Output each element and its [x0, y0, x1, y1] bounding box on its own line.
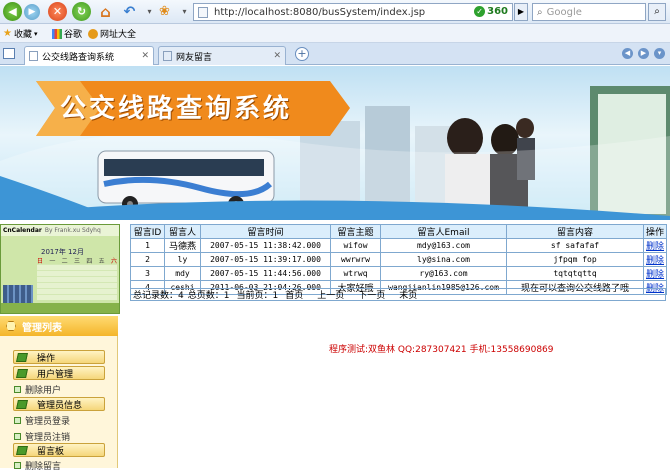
menu-item-admin-logout[interactable]: 管理员注销 [14, 430, 70, 443]
table-header-row: 留言ID 留言人 留言时间 留言主题 留言人Email 留言内容 操作 [130, 224, 668, 239]
menu-group-admin[interactable]: 管理员信息 [13, 397, 105, 411]
delete-link[interactable]: 删除 [642, 266, 668, 281]
folder-icon [16, 445, 28, 455]
tab-bus-system[interactable]: 公交线路查询系统 ✕ [24, 46, 154, 65]
tab-bar: 公交线路查询系统 ✕ 网友留言 ✕ + ◀ ▶ ▾ [0, 43, 670, 65]
close-icon[interactable]: ✕ [141, 51, 149, 61]
forward-icon[interactable]: ▶ [24, 4, 40, 20]
folder-icon [16, 352, 28, 362]
col-header: 留言人Email [380, 224, 507, 239]
undo-icon[interactable]: ↶ [120, 2, 139, 21]
current-page: 当前页：1 [236, 291, 279, 301]
col-header: 留言时间 [200, 224, 331, 239]
bullet-icon [14, 433, 21, 440]
menu-group-users[interactable]: 用户管理 [13, 366, 105, 380]
chevron-down-icon: ▾ [33, 29, 38, 38]
pagination-bar: 总记录数：4 总页数：1 当前页：1 首页 上一页 下一页 末页 [130, 288, 666, 301]
menu-item-admin-login[interactable]: 管理员登录 [14, 414, 70, 427]
menu-header: 管理列表 [0, 316, 118, 336]
search-box[interactable]: ⌕ Google [532, 3, 646, 21]
calendar-widget[interactable]: CnCalendar By Frank.xu Sdyhq 2017年 12月 日… [0, 224, 120, 314]
total-pages: 总页数：1 [187, 291, 230, 301]
calendar-header: CnCalendar By Frank.xu Sdyhq [1, 225, 119, 236]
col-header: 留言主题 [330, 224, 381, 239]
col-header: 留言人 [164, 224, 201, 239]
browser-toolbar: ◀ ▶ ✕ ↻ ⌂ ↶ ▾ ❀ ▾ http://localhost:8080/… [0, 0, 670, 24]
folder-icon [16, 399, 28, 409]
folder-icon [16, 368, 28, 378]
google-icon [52, 28, 62, 39]
footer-credit: 程序测试:双鱼林 QQ:287307421 手机:13558690869 [329, 345, 554, 355]
last-page-link[interactable]: 末页 [399, 288, 417, 301]
hexagon-icon [6, 321, 16, 331]
back-icon[interactable]: ◀ [3, 2, 22, 21]
paw-icon[interactable]: ❀ [155, 2, 174, 21]
tab-messages[interactable]: 网友留言 ✕ [158, 46, 286, 65]
total-records: 总记录数：4 [133, 291, 184, 301]
menu-item-delete-user[interactable]: 删除用户 [14, 383, 61, 396]
bookmark-favorites[interactable]: ★ 收藏 ▾ [3, 27, 38, 40]
bookmarks-bar: ★ 收藏 ▾ 谷歌 网址大全 [0, 24, 670, 43]
go-button[interactable]: ▶ [514, 3, 528, 21]
new-tab-icon[interactable]: + [295, 47, 309, 61]
home-icon[interactable]: ⌂ [96, 2, 115, 21]
next-page-link[interactable]: 下一页 [358, 288, 385, 301]
check-icon: ✓ [474, 6, 486, 17]
tab-menu-icon[interactable]: ▾ [654, 48, 665, 59]
prev-page-link[interactable]: 上一页 [317, 288, 344, 301]
table-row: 3 mdy 2007-05-15 11:44:56.000 wtrwq ry@1… [130, 266, 668, 281]
calendar-grid [37, 264, 117, 300]
bullet-icon [14, 386, 21, 393]
delete-link[interactable]: 删除 [642, 252, 668, 267]
search-placeholder: Google [546, 6, 582, 18]
address-bar[interactable]: http://localhost:8080/busSystem/index.js… [193, 3, 513, 21]
admin-menu: 管理列表 操作 用户管理 删除用户 管理员信息 管理员登录 管理员注销 留言板 … [0, 316, 118, 472]
tab-scroll-right-icon[interactable]: ▶ [638, 48, 649, 59]
globe-icon [88, 28, 98, 39]
message-table: 留言ID 留言人 留言时间 留言主题 留言人Email 留言内容 操作 1 马德… [130, 224, 668, 295]
search-go-button[interactable]: ⌕ [648, 3, 666, 21]
col-header: 留言内容 [506, 224, 644, 239]
bookmark-google[interactable]: 谷歌 [52, 27, 82, 40]
page-icon [198, 7, 208, 18]
page-icon [163, 51, 172, 61]
delete-link[interactable]: 删除 [642, 238, 668, 253]
col-header: 操作 [642, 224, 668, 239]
sidebar-toggle-icon[interactable] [3, 48, 15, 59]
table-row: 1 马德燕 2007-05-15 11:38:42.000 wifow mdy@… [130, 238, 668, 253]
col-header: 留言ID [130, 224, 165, 239]
page-icon [29, 51, 38, 61]
star-icon: ★ [3, 28, 12, 39]
menu-group-operations[interactable]: 操作 [13, 350, 105, 364]
menu-item-delete-message[interactable]: 删除留言 [14, 459, 61, 472]
bullet-icon [14, 417, 21, 424]
table-row: 2 ly 2007-05-15 11:39:17.000 wwrwrw ly@s… [130, 252, 668, 267]
menu-group-board[interactable]: 留言板 [13, 443, 105, 457]
first-page-link[interactable]: 首页 [285, 288, 303, 301]
refresh-icon[interactable]: ↻ [72, 2, 91, 21]
url-text: http://localhost:8080/busSystem/index.js… [214, 6, 426, 18]
dropdown-icon[interactable]: ▾ [175, 2, 194, 21]
close-icon[interactable]: ✕ [273, 51, 281, 61]
stop-icon[interactable]: ✕ [48, 2, 67, 21]
calendar-footer [1, 303, 119, 313]
tab-scroll-left-icon[interactable]: ◀ [622, 48, 633, 59]
security-badge: ✓ 360 [474, 6, 508, 17]
bookmark-directory[interactable]: 网址大全 [88, 27, 136, 40]
brand-label: 360 [487, 6, 508, 17]
site-banner: 公交线路查询系统 [0, 66, 670, 220]
banner-title: 公交线路查询系统 [60, 94, 293, 124]
search-icon: ⌕ [537, 6, 543, 18]
